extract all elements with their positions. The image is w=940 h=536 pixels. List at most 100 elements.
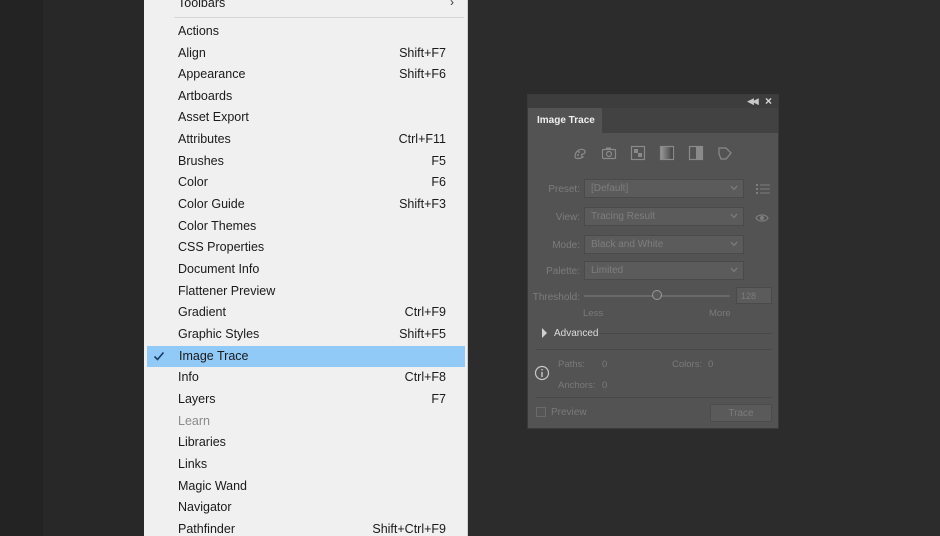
threshold-slider-thumb[interactable]	[652, 290, 662, 300]
threshold-min-label: Less	[583, 308, 604, 319]
menu-item-navigator[interactable]: Navigator	[146, 497, 464, 518]
menu-item-learn: Learn	[146, 411, 464, 432]
colors-label: Colors:	[672, 359, 703, 370]
menu-item-shortcut: F5	[431, 154, 446, 168]
panel-tab-bar: Image Trace	[528, 108, 778, 133]
menu-item-label: Document Info	[178, 262, 260, 276]
low-color-icon[interactable]	[630, 145, 646, 161]
panel-divider	[536, 349, 772, 350]
auto-color-icon[interactable]	[572, 145, 588, 161]
chevron-down-icon	[730, 241, 738, 247]
menu-item-align[interactable]: Align Shift+F7	[146, 43, 464, 64]
menu-item-label: Navigator	[178, 500, 232, 514]
image-trace-panel: ◀◀ × Image Trace Preset: [Default] View:…	[527, 94, 779, 429]
trace-button-label: Trace	[728, 408, 754, 419]
menu-item-pathfinder[interactable]: Pathfinder Shift+Ctrl+F9	[146, 519, 464, 536]
preview-checkbox[interactable]	[536, 407, 546, 417]
preset-icon-row	[572, 145, 742, 161]
menu-item-label: Color Guide	[178, 197, 245, 211]
anchors-value: 0	[602, 380, 608, 391]
eye-icon[interactable]	[755, 212, 769, 224]
menu-item-magic-wand[interactable]: Magic Wand	[146, 476, 464, 497]
advanced-divider	[600, 333, 772, 334]
menu-item-image-trace[interactable]: Image Trace	[147, 346, 465, 367]
checkmark-icon	[153, 351, 165, 361]
menu-item-label: Artboards	[178, 89, 233, 103]
panel-title-bar[interactable]	[528, 95, 778, 108]
menu-item-document-info[interactable]: Document Info	[146, 259, 464, 280]
paths-label: Paths:	[558, 359, 585, 370]
chevron-down-icon	[730, 267, 738, 273]
workspace-area	[43, 0, 144, 536]
menu-item-graphic-styles[interactable]: Graphic Styles Shift+F5	[146, 324, 464, 345]
submenu-arrow-icon: ›	[450, 0, 454, 9]
palette-value: Limited	[591, 265, 624, 276]
menu-item-brushes[interactable]: Brushes F5	[146, 151, 464, 172]
panel-divider	[536, 397, 772, 398]
menu-item-label: Appearance	[178, 67, 246, 81]
preview-label: Preview	[551, 407, 587, 418]
menu-item-gradient[interactable]: Gradient Ctrl+F9	[146, 302, 464, 323]
grayscale-icon[interactable]	[659, 145, 675, 161]
black-and-white-icon[interactable]	[688, 145, 704, 161]
menu-item-appearance[interactable]: Appearance Shift+F6	[146, 64, 464, 85]
outline-icon[interactable]	[717, 145, 733, 161]
mode-dropdown[interactable]: Black and White	[584, 235, 744, 254]
threshold-max-label: More	[709, 308, 731, 319]
menu-item-shortcut: Shift+F7	[399, 46, 446, 60]
trace-button[interactable]: Trace	[710, 404, 772, 422]
menu-item-label: Color	[178, 175, 208, 189]
menu-item-attributes[interactable]: Attributes Ctrl+F11	[146, 129, 464, 150]
close-icon[interactable]: ×	[765, 94, 772, 108]
menu-item-label: Attributes	[178, 132, 231, 146]
threshold-value: 128	[741, 291, 757, 301]
menu-item-links[interactable]: Links	[146, 454, 464, 475]
menu-item-color-guide[interactable]: Color Guide Shift+F3	[146, 194, 464, 215]
menu-item-label: Layers	[178, 392, 216, 406]
menu-item-label: Pathfinder	[178, 522, 235, 536]
palette-dropdown[interactable]: Limited	[584, 261, 744, 280]
menu-item-shortcut: F7	[431, 392, 446, 406]
menu-item-libraries[interactable]: Libraries	[146, 432, 464, 453]
left-toolbar-area	[0, 0, 43, 536]
view-dropdown[interactable]: Tracing Result	[584, 207, 744, 226]
menu-separator	[174, 17, 464, 18]
menu-item-actions[interactable]: Actions	[146, 21, 464, 42]
menu-item-asset-export[interactable]: Asset Export	[146, 107, 464, 128]
menu-item-shortcut: Shift+F5	[399, 327, 446, 341]
threshold-value-field[interactable]: 128	[736, 287, 772, 304]
menu-item-shortcut: Shift+Ctrl+F9	[372, 522, 446, 536]
advanced-toggle[interactable]: Advanced	[554, 328, 598, 339]
menu-item-shortcut: Ctrl+F9	[404, 305, 446, 319]
menu-item-label: Info	[178, 370, 199, 384]
preset-value: [Default]	[591, 183, 629, 194]
menu-item-label: Align	[178, 46, 206, 60]
paths-value: 0	[602, 359, 608, 370]
tab-label: Image Trace	[537, 115, 595, 126]
menu-item-layers[interactable]: Layers F7	[146, 389, 464, 410]
preset-label: Preset:	[548, 184, 580, 195]
menu-item-css-properties[interactable]: CSS Properties	[146, 237, 464, 258]
menu-item-label: Brushes	[178, 154, 224, 168]
menu-item-info[interactable]: Info Ctrl+F8	[146, 367, 464, 388]
chevron-down-icon	[730, 213, 738, 219]
menu-item-label: Actions	[178, 24, 219, 38]
list-icon[interactable]	[756, 183, 770, 195]
preset-dropdown[interactable]: [Default]	[584, 179, 744, 198]
disclosure-triangle-icon[interactable]	[541, 328, 548, 338]
menu-item-flattener-preview[interactable]: Flattener Preview	[146, 281, 464, 302]
menu-item-label: Learn	[178, 414, 210, 428]
double-chevron-left-icon[interactable]: ◀◀	[747, 96, 759, 107]
menu-item-color[interactable]: Color F6	[146, 172, 464, 193]
menu-item-label: CSS Properties	[178, 240, 265, 254]
anchors-label: Anchors:	[558, 380, 596, 391]
high-color-icon[interactable]	[601, 145, 617, 161]
info-icon	[534, 365, 550, 381]
menu-item-toolbars[interactable]: Toolbars ›	[146, 0, 464, 14]
menu-item-artboards[interactable]: Artboards	[146, 86, 464, 107]
menu-item-shortcut: Ctrl+F11	[398, 132, 446, 146]
window-menu: Toolbars › Actions Align Shift+F7 Appear…	[144, 0, 468, 536]
tab-image-trace[interactable]: Image Trace	[528, 108, 602, 133]
menu-item-color-themes[interactable]: Color Themes	[146, 216, 464, 237]
menu-item-shortcut: F6	[431, 175, 446, 189]
